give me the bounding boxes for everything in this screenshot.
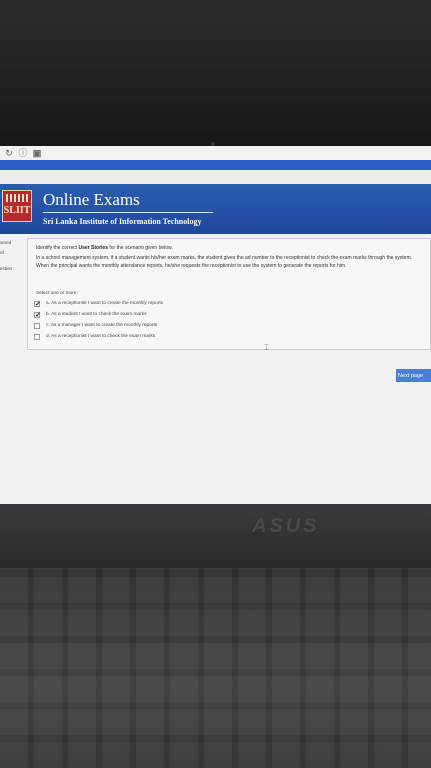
browser-tab-strip bbox=[0, 160, 431, 170]
logo-stripes bbox=[6, 194, 28, 202]
institute-logo[interactable]: SLIIT bbox=[2, 190, 32, 222]
laptop-bezel-top bbox=[0, 0, 431, 146]
info-line: vered bbox=[0, 240, 12, 245]
logo-text: SLIIT bbox=[3, 205, 31, 216]
site-subtitle: Sri Lanka Institute of Information Techn… bbox=[43, 217, 202, 226]
select-instruction: Select one or more: bbox=[36, 291, 78, 296]
answer-option[interactable]: ✓ b. As a student I want to check the ex… bbox=[34, 310, 294, 320]
info-line: of bbox=[0, 250, 4, 255]
checkbox-empty-icon[interactable] bbox=[34, 323, 40, 329]
site-header: SLIIT Online Exams Sri Lanka Institute o… bbox=[0, 184, 431, 234]
bookmark-icon[interactable]: ▣ bbox=[32, 148, 42, 158]
option-label: b. As a student I want to check the exam… bbox=[46, 312, 147, 317]
laptop-brand-logo: ASUS bbox=[252, 515, 320, 537]
question-panel: Identify the correct User Stories for th… bbox=[27, 238, 431, 350]
title-divider bbox=[43, 212, 213, 213]
option-label: a. As a receptionist I want to create th… bbox=[46, 301, 164, 306]
option-label: c. As a manager I want to create the mon… bbox=[46, 323, 158, 328]
info-icon[interactable]: ⓘ bbox=[18, 148, 28, 158]
checkbox-checked-icon[interactable]: ✓ bbox=[34, 312, 41, 319]
question-info-column: vered of estion bbox=[0, 238, 26, 274]
page-top-gap bbox=[0, 170, 431, 184]
question-prompt: Identify the correct User Stories for th… bbox=[36, 245, 173, 251]
laptop-bezel-bottom bbox=[0, 504, 431, 568]
answer-option[interactable]: d. As a receptionist I want to check the… bbox=[34, 332, 294, 342]
laptop-keyboard bbox=[0, 568, 431, 768]
option-label: d. As a receptionist I want to check the… bbox=[46, 334, 156, 339]
next-page-button[interactable]: Next page bbox=[396, 369, 431, 382]
info-line[interactable]: estion bbox=[0, 264, 26, 274]
laptop-screen: ↻ ⓘ ▣ SLIIT Online Exams Sri Lanka Insti… bbox=[0, 146, 431, 504]
prompt-text: Identify the correct bbox=[36, 245, 79, 251]
prompt-text-rest: for the scenario given below. bbox=[108, 245, 173, 251]
question-scenario: In a school management system, if a stud… bbox=[36, 255, 413, 269]
site-title: Online Exams bbox=[43, 190, 140, 209]
mouse-cursor-icon: ⌶ bbox=[264, 343, 269, 352]
answer-option[interactable]: ✓ a. As a receptionist I want to create … bbox=[34, 299, 294, 309]
checkbox-checked-icon[interactable]: ✓ bbox=[34, 301, 41, 308]
answer-option[interactable]: c. As a manager I want to create the mon… bbox=[34, 321, 294, 331]
prompt-emphasis: User Stories bbox=[78, 245, 108, 251]
checkbox-empty-icon[interactable] bbox=[34, 334, 40, 340]
browser-toolbar: ↻ ⓘ ▣ bbox=[0, 146, 431, 161]
reload-icon[interactable]: ↻ bbox=[4, 148, 14, 158]
